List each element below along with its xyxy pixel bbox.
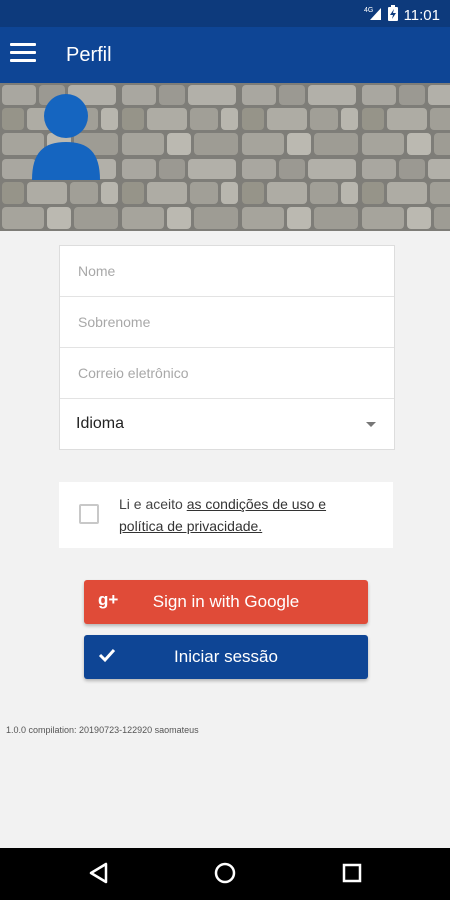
profile-form: Idioma: [59, 245, 395, 450]
last-name-input[interactable]: [76, 297, 380, 347]
email-input[interactable]: [76, 348, 380, 398]
network-type-label: 4G: [364, 7, 373, 14]
app-bar: Perfil: [0, 27, 450, 83]
status-icons: 4G 11:01: [364, 5, 440, 25]
navigation-bar: [0, 848, 450, 900]
email-row: [60, 348, 394, 399]
user-avatar-icon: [32, 94, 100, 180]
status-bar: 4G 11:01: [0, 0, 450, 27]
terms-box: Li e aceito as condições de uso e políti…: [59, 482, 393, 548]
back-icon[interactable]: [88, 862, 110, 889]
home-icon[interactable]: [214, 862, 236, 889]
recents-icon[interactable]: [341, 862, 363, 889]
first-name-input[interactable]: [76, 246, 380, 296]
language-label: Idioma: [76, 415, 125, 432]
login-button[interactable]: Iniciar sessão: [84, 635, 368, 679]
google-signin-button[interactable]: g+ Sign in with Google: [84, 580, 368, 624]
terms-prefix: Li e aceito: [119, 496, 187, 512]
terms-checkbox[interactable]: [79, 504, 99, 524]
hamburger-menu-icon[interactable]: [10, 43, 36, 65]
battery-icon: [387, 5, 398, 25]
terms-text: Li e aceito as condições de uso e políti…: [119, 493, 359, 537]
avatar[interactable]: [28, 92, 104, 182]
page-title: Perfil: [66, 44, 112, 66]
language-select[interactable]: Idioma: [60, 399, 394, 449]
login-label: Iniciar sessão: [174, 647, 278, 666]
clock: 11:01: [403, 6, 440, 24]
last-name-row: [60, 297, 394, 348]
google-signin-label: Sign in with Google: [152, 592, 300, 611]
signal-icon: 4G: [364, 5, 382, 25]
first-name-row: [60, 246, 394, 297]
dropdown-arrow-icon: [366, 422, 376, 427]
version-text: 1.0.0 compilation: 20190723-122920 saoma…: [6, 725, 199, 735]
